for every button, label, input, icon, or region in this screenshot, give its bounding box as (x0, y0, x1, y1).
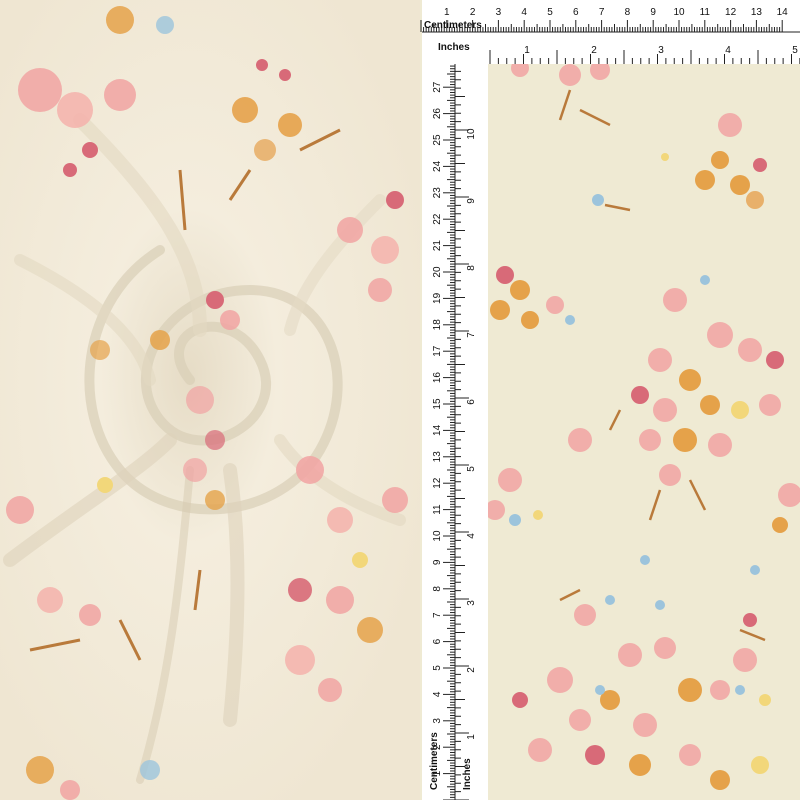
ruler-tick-label: 11 (432, 504, 443, 515)
ruler-tick-label: 16 (432, 372, 443, 384)
ruler-tick-label: 6 (432, 638, 443, 644)
ruler-tick-label: 2 (466, 667, 477, 673)
ruler-tick-label: 18 (432, 319, 443, 331)
ruler-tick-label: 12 (432, 477, 443, 489)
ruler-tick-label: 13 (751, 7, 763, 18)
ruler-tick-label: 3 (496, 7, 502, 18)
ruler-tick-label: 8 (432, 586, 443, 592)
ruler-tick-label: 14 (777, 7, 789, 18)
ruler-tick-label: 22 (432, 213, 443, 225)
ruler-tick-label: 2 (470, 7, 476, 18)
measurement-ruler: 1 2 3 4 5 6 7 8 9 10 11 12 13 14 12345 12345678910111… (420, 0, 800, 800)
ruler-tick-label: 5 (432, 665, 443, 671)
ruler-tick-label: 1 (444, 7, 450, 18)
ruler-tick-label: 26 (432, 108, 443, 120)
ruler-tick-label: 6 (466, 399, 477, 405)
ruler-tick-label: 4 (432, 691, 443, 697)
ruler-tick-label: 7 (466, 332, 477, 338)
ruler-tick-label: 1 (466, 734, 477, 740)
ruler-tick-label: 4 (725, 45, 731, 56)
ruler-tick-label: 12 (725, 7, 737, 18)
centimeters-label: Centimeters (424, 20, 482, 31)
ruler-tick-label: 2 (591, 45, 597, 56)
ruler-tick-label: 23 (432, 187, 443, 199)
ruler-tick-label: 20 (432, 266, 443, 278)
ruler-tick-label: 1 (524, 45, 530, 56)
ruler-tick-label: 8 (625, 7, 631, 18)
ruler-tick-label: 5 (547, 7, 553, 18)
ruler-tick-label: 4 (466, 533, 477, 539)
ruler-tick-label: 24 (432, 160, 443, 172)
ruler-tick-label: 5 (466, 466, 477, 472)
ruler-tick-label: 5 (792, 45, 798, 56)
ruler-tick-label: 9 (650, 7, 656, 18)
ruler-tick-label: 13 (432, 451, 443, 463)
product-image: 1 2 3 4 5 6 7 8 9 10 11 12 13 14 12345 1 2 3 4 5 6 7 8 9 10 11 1… (0, 0, 800, 800)
ruler-tick-label: 19 (432, 292, 443, 304)
ruler-tick-label: 9 (466, 198, 477, 204)
ruler-tick-label: 17 (432, 345, 443, 357)
ruler-tick-label: 10 (673, 7, 685, 18)
vertical-inches-label: Inches (462, 758, 473, 790)
ruler-tick-label: 3 (466, 600, 477, 606)
ruler-tick-label: 7 (432, 612, 443, 618)
ruler-tick-label: 4 (521, 7, 527, 18)
ruler-tick-label: 10 (432, 530, 443, 542)
ruler-tick-label: 3 (432, 718, 443, 724)
ruler-tick-label: 25 (432, 134, 443, 146)
ruler-tick-label: 3 (658, 45, 664, 56)
vertical-centimeters-label: Centimeters (429, 732, 440, 790)
ruler-tick-label: 21 (432, 240, 443, 252)
ruler-tick-label: 15 (432, 398, 443, 410)
ruler-tick-label: 10 (466, 128, 477, 140)
ruler-tick-label: 7 (599, 7, 605, 18)
ruler-tick-label: 27 (432, 81, 443, 93)
inches-label: Inches (438, 42, 470, 53)
ruler-tick-label: 8 (466, 265, 477, 271)
ruler-tick-label: 9 (432, 559, 443, 565)
ruler-tick-label: 14 (432, 424, 443, 436)
ruler-tick-label: 11 (700, 7, 711, 18)
ruler-tick-label: 6 (573, 7, 579, 18)
